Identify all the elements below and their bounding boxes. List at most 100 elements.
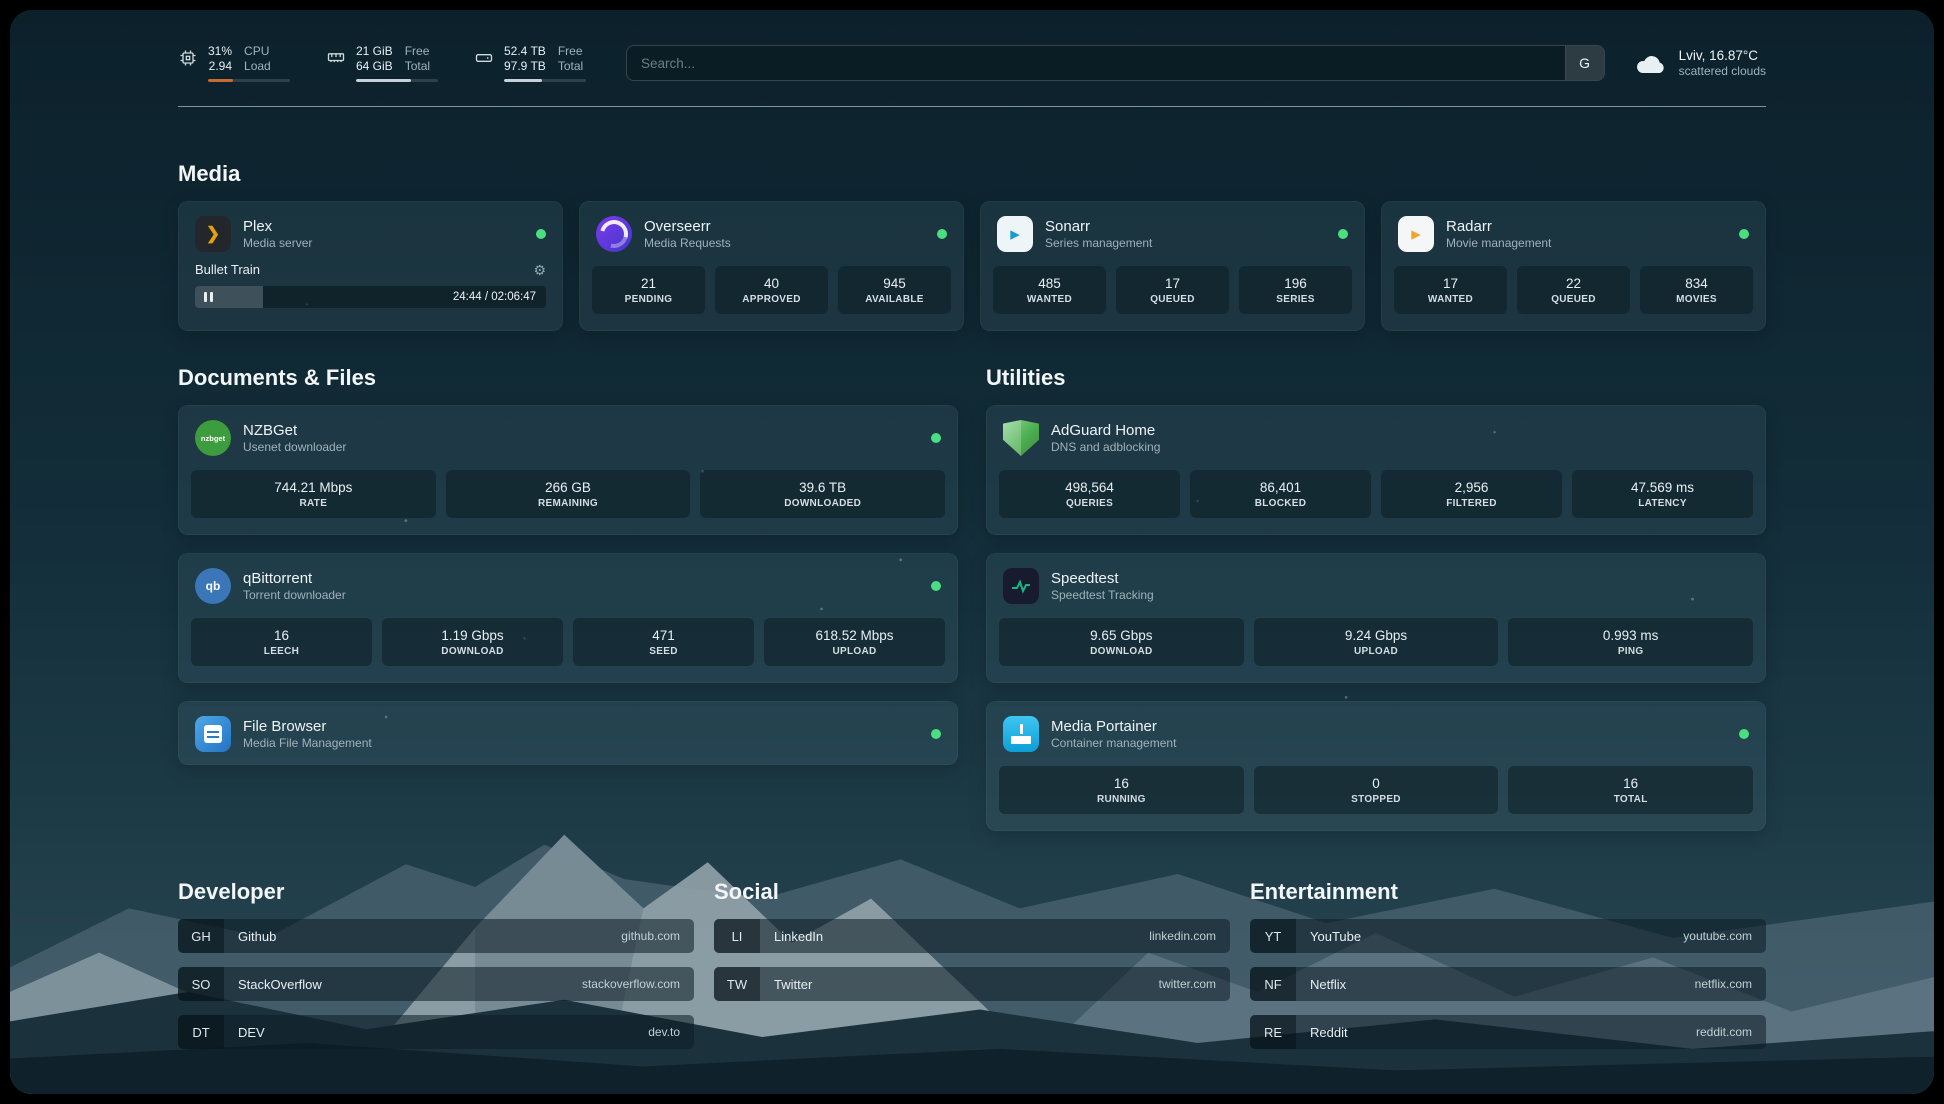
bookmark-name: DEV [238,1025,265,1040]
service-card-header: ▸RadarrMovie management [1382,202,1765,262]
memory-widget: 21 GiB 64 GiB Free Total [326,44,438,82]
bookmark-stackoverflow[interactable]: SOStackOverflowstackoverflow.com [178,967,694,1001]
service-name: File Browser [243,717,372,736]
stat-label: QUERIES [1003,498,1176,510]
stats-grid: 744.21 MbpsRATE266 GBREMAINING39.6 TBDOW… [179,466,957,530]
section-documents: Documents & Files nzbget NZBGetUsenet dow… [178,365,958,765]
service-card-plex[interactable]: ❯ PlexMedia server Bullet Train⚙24:44 / 02… [178,201,563,331]
bookmark-group-title: Social [714,879,1230,905]
cpu-widget: 31% 2.94 CPU Load [178,44,290,82]
bookmark-reddit[interactable]: RERedditreddit.com [1250,1015,1766,1049]
bookmark-url: netflix.com [1695,977,1752,991]
disk-bar-fill [504,79,542,82]
status-dot [931,729,941,739]
overseerr-icon [596,216,632,252]
bookmark-linkedin[interactable]: LILinkedInlinkedin.com [714,919,1230,953]
bookmark-group-title: Developer [178,879,694,905]
service-name: AdGuard Home [1051,421,1160,440]
bookmark-group-social: SocialLILinkedInlinkedin.comTWTwittertwi… [714,879,1230,1063]
sonarr-icon: ▸ [997,216,1033,252]
bookmark-abbr: DT [178,1015,224,1049]
service-card-header: ❯ PlexMedia server [179,202,562,262]
service-card-radarr[interactable]: ▸RadarrMovie management17WANTED22QUEUED8… [1381,201,1766,331]
service-card-nzbget[interactable]: nzbget NZBGetUsenet downloader 744.21 Mbps… [178,405,958,535]
stat-available: 945AVAILABLE [838,266,951,314]
settings-gear-icon[interactable]: ⚙ [533,262,546,278]
stat-label: DOWNLOADED [704,498,941,510]
memory-icon [326,48,346,68]
cpu-usage-value: 31% [208,44,232,59]
utilities-card-list: AdGuard HomeDNS and adblocking498,564QUE… [986,405,1766,831]
service-card-header: AdGuard HomeDNS and adblocking [987,406,1765,466]
plex-icon: ❯ [195,216,231,252]
pause-bar [204,292,207,302]
bookmark-twitter[interactable]: TWTwittertwitter.com [714,967,1230,1001]
stat-value: 86,401 [1194,479,1367,496]
cpu-load-value: 2.94 [208,59,232,74]
service-title-block: SonarrSeries management [1045,217,1152,251]
service-card-overseerr[interactable]: OverseerrMedia Requests 21PENDING40APPROV… [579,201,964,331]
stat-label: DOWNLOAD [386,646,559,658]
bookmark-abbr: NF [1250,967,1296,1001]
service-card-speedtest[interactable]: SpeedtestSpeedtest Tracking9.65 GbpsDOWN… [986,553,1766,683]
pause-icon[interactable] [204,292,213,302]
disk-free-label: Free [558,44,583,59]
memory-total-value: 64 GiB [356,59,393,74]
stat-value: 17 [1120,275,1225,292]
service-description: Usenet downloader [243,440,346,455]
service-card-qbittorrent[interactable]: qbqBittorrentTorrent downloader16LEECH1.… [178,553,958,683]
stats-grid: 17WANTED22QUEUED834MOVIES [1382,262,1765,326]
bookmark-url: dev.to [648,1025,680,1039]
service-description: DNS and adblocking [1051,440,1160,455]
nzbget-icon: nzbget [195,420,231,456]
weather-location: Lviv, 16.87°C [1679,47,1766,64]
service-title-block: SpeedtestSpeedtest Tracking [1051,569,1154,603]
service-description: Speedtest Tracking [1051,588,1154,603]
stat-label: PENDING [596,294,701,306]
memory-bar-fill [356,79,411,82]
bookmark-github[interactable]: GHGithubgithub.com [178,919,694,953]
search-input[interactable] [627,46,1565,80]
resource-widgets: 31% 2.94 CPU Load [178,44,586,82]
service-description: Movie management [1446,236,1551,251]
documents-section-title: Documents & Files [178,365,958,391]
service-title-block: OverseerrMedia Requests [644,217,731,251]
stat-latency: 47.569 msLATENCY [1572,470,1753,518]
stat-seed: 471SEED [573,618,754,666]
bookmark-netflix[interactable]: NFNetflixnetflix.com [1250,967,1766,1001]
bookmark-youtube[interactable]: YTYouTubeyoutube.com [1250,919,1766,953]
stats-grid: 21PENDING40APPROVED945AVAILABLE [580,262,963,326]
bookmark-url: twitter.com [1159,977,1216,991]
stat-filtered: 2,956FILTERED [1381,470,1562,518]
stat-value: 22 [1521,275,1626,292]
service-description: Media File Management [243,736,372,751]
service-card-sonarr[interactable]: ▸SonarrSeries management485WANTED17QUEUE… [980,201,1365,331]
disk-usage-bar [504,79,586,82]
service-card-adguard-home[interactable]: AdGuard HomeDNS and adblocking498,564QUE… [986,405,1766,535]
cpu-usage-bar [208,79,290,82]
bookmark-columns: Developer GHGithubgithub.com SOStackOverfl… [178,879,1766,1063]
now-playing-widget: Bullet Train⚙24:44 / 02:06:47 [179,262,562,320]
bookmark-dev[interactable]: DT DEV dev.to [178,1015,694,1049]
stat-label: WANTED [997,294,1102,306]
header-divider [178,106,1766,107]
media-section-title: Media [178,161,1766,187]
stat-upload: 618.52 MbpsUPLOAD [764,618,945,666]
service-description: Torrent downloader [243,588,346,603]
stat-label: UPLOAD [1258,646,1495,658]
now-playing-header: Bullet Train⚙ [195,262,546,278]
bookmark-name: LinkedIn [774,929,823,944]
service-card-media-portainer[interactable]: Media PortainerContainer management16RUN… [986,701,1766,831]
stat-wanted: 485WANTED [993,266,1106,314]
disk-total-value: 97.9 TB [504,59,546,74]
bookmark-abbr: RE [1250,1015,1296,1049]
stat-ping: 0.993 msPING [1508,618,1753,666]
service-card-header: qbqBittorrentTorrent downloader [179,554,957,614]
service-name: NZBGet [243,421,346,440]
bookmark-abbr: LI [714,919,760,953]
service-card-file-browser[interactable]: File BrowserMedia File Management [178,701,958,765]
search-engine-button[interactable]: G [1565,46,1604,80]
stat-label: BLOCKED [1194,498,1367,510]
status-dot [1338,229,1348,239]
service-title-block: PlexMedia server [243,217,312,251]
